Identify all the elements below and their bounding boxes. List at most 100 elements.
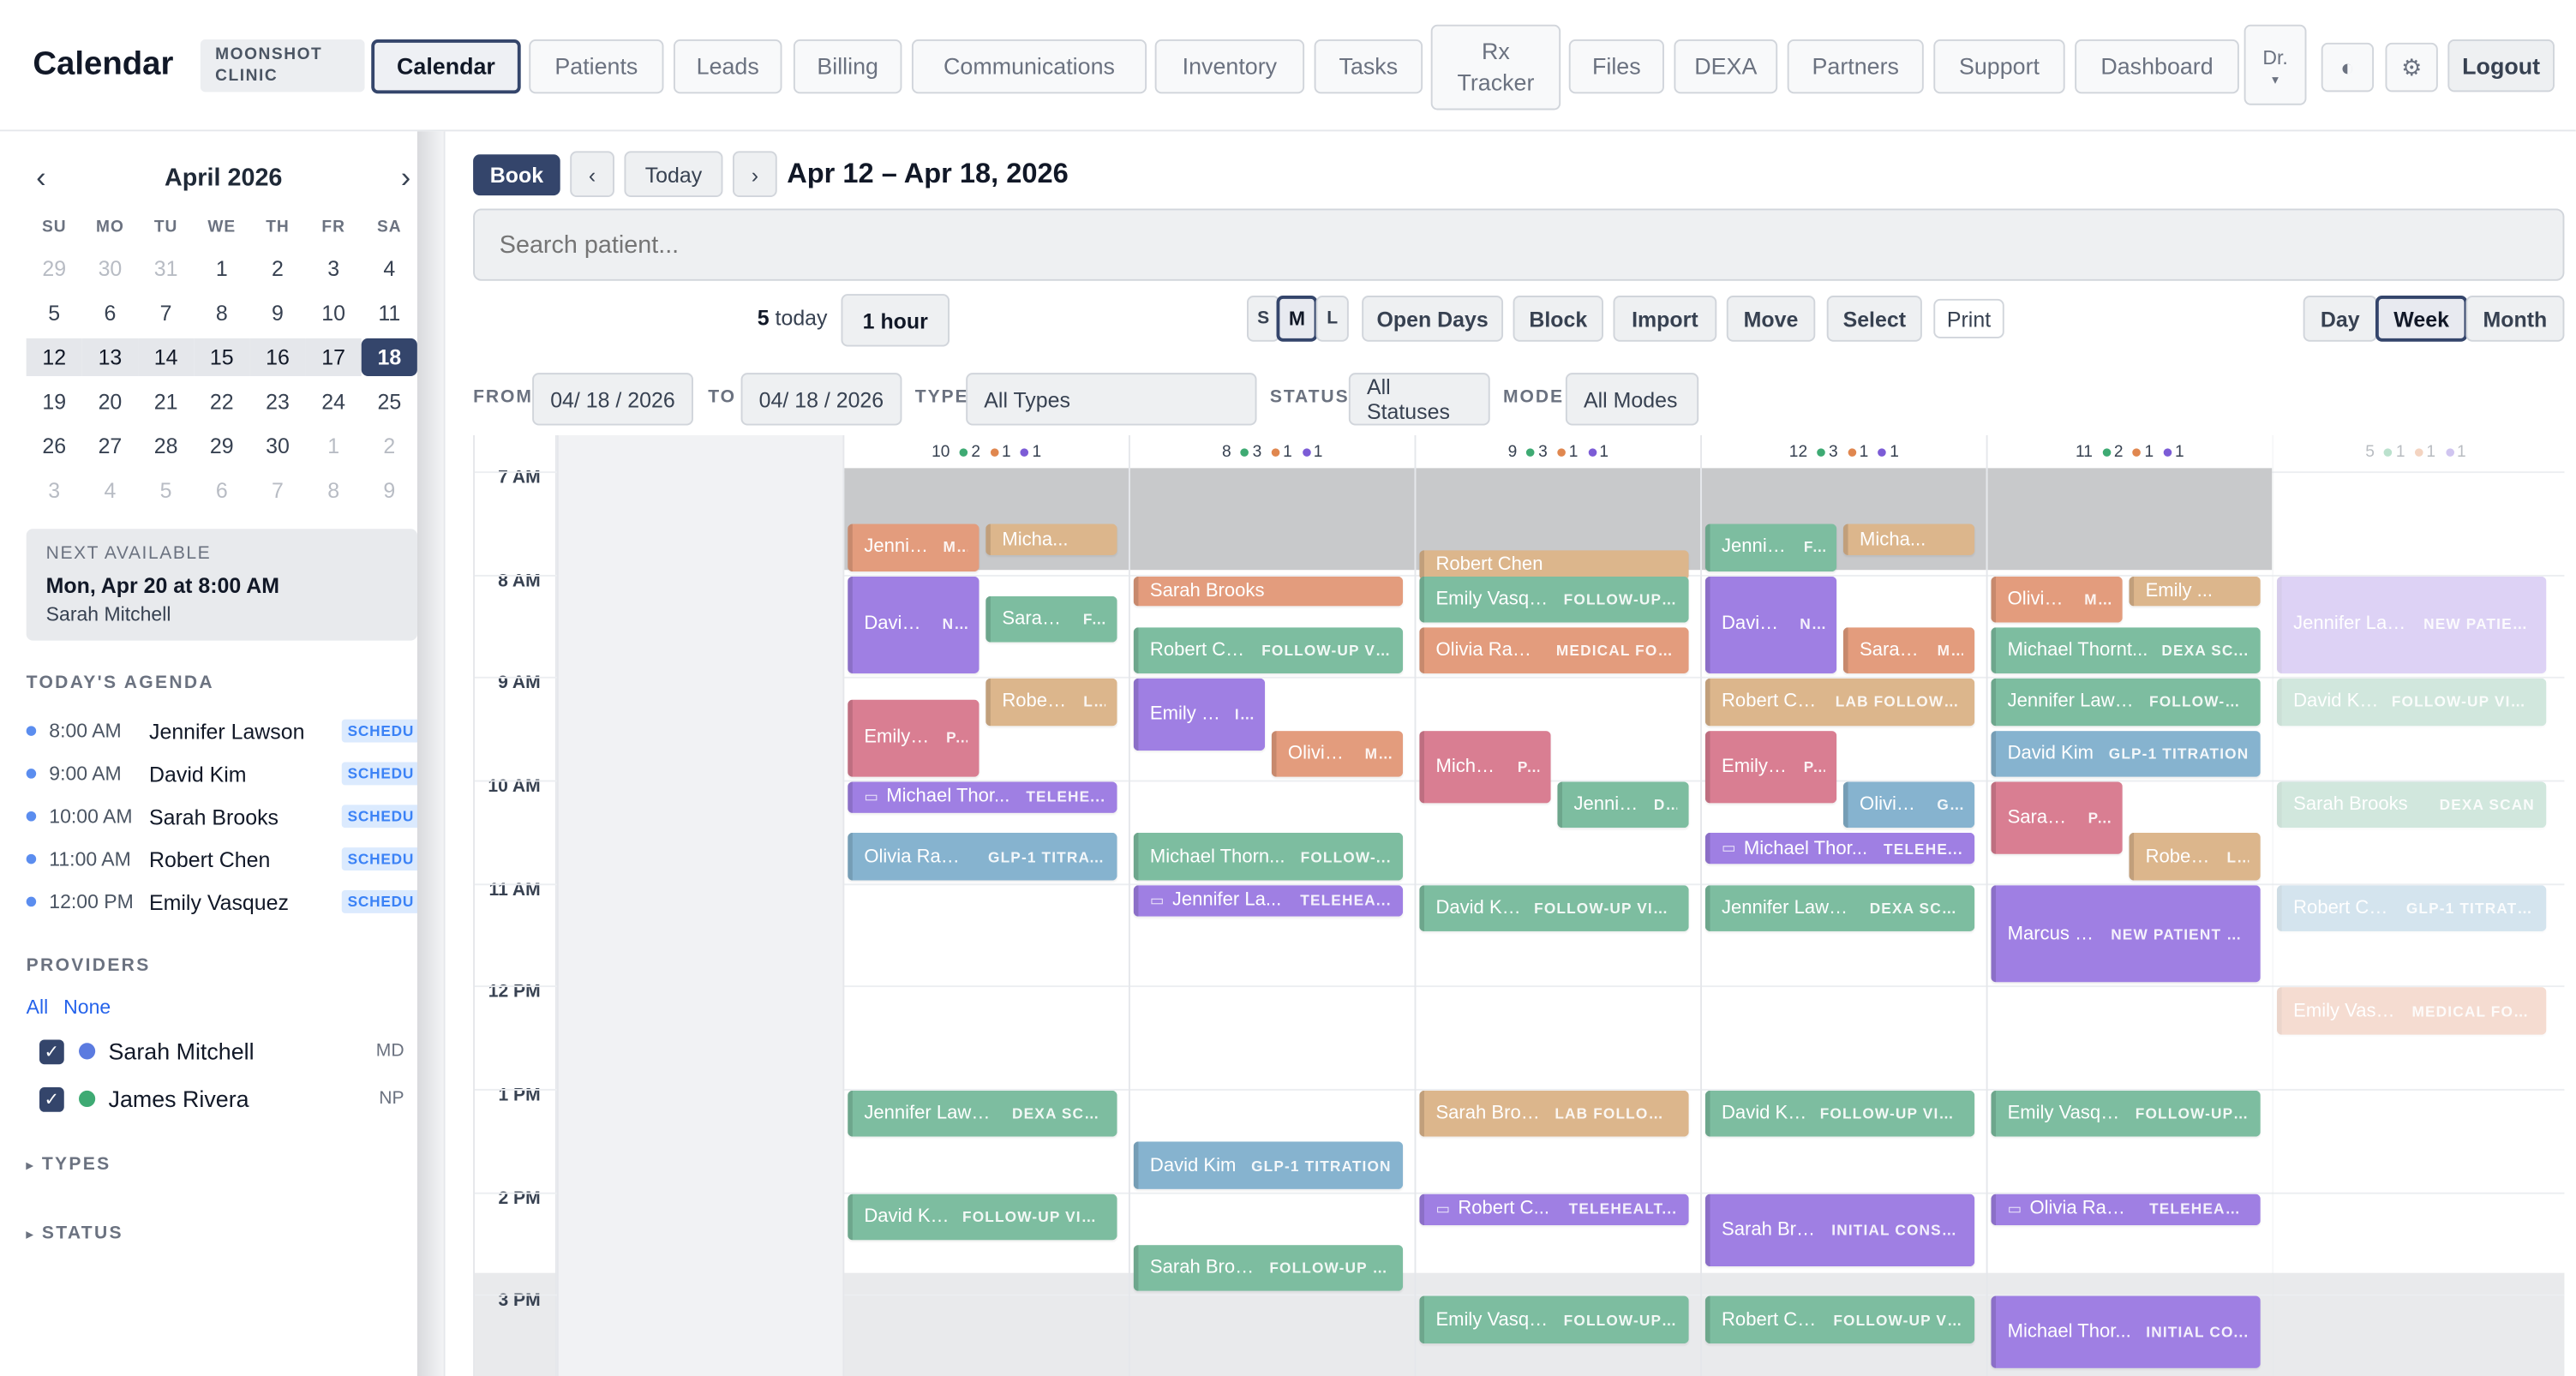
appointment-block[interactable]: David Kim FOLLOW-UP VISIT: [2276, 679, 2547, 726]
nav-dexa[interactable]: DEXA: [1674, 39, 1778, 94]
mini-day[interactable]: 2: [362, 427, 417, 464]
theme-toggle-button[interactable]: ◐: [2321, 42, 2375, 93]
mini-day[interactable]: 12: [26, 338, 82, 376]
mini-day[interactable]: 5: [27, 294, 82, 332]
appointment-block[interactable]: Olivia Ramir... GLP-1 TITRAT...: [848, 833, 1117, 880]
mini-day[interactable]: 6: [82, 294, 138, 332]
agenda-item[interactable]: 9:00 AM David Kim SCHEDU: [26, 756, 421, 792]
appointment-block[interactable]: Sarah Bro... INITIAL CONSU...: [1704, 1194, 1975, 1266]
appointment-block[interactable]: Jennifer Lawson DEXA SCAN: [848, 1091, 1117, 1138]
appointment-block[interactable]: Robert ... L...: [2129, 833, 2261, 880]
appointment-block[interactable]: Jennifer Law... NEW PATIEN...: [2276, 576, 2547, 674]
from-date-input[interactable]: 04/ 18 / 2026: [532, 373, 693, 426]
providers-none-link[interactable]: None: [63, 996, 111, 1019]
mini-day[interactable]: 6: [194, 471, 249, 509]
mode-select[interactable]: All Modes: [1565, 373, 1699, 426]
nav-partners[interactable]: Partners: [1787, 39, 1924, 94]
mini-day[interactable]: 9: [362, 471, 417, 509]
mini-day[interactable]: 15: [194, 338, 250, 376]
appointment-block[interactable]: Olivia ... M...: [1991, 576, 2123, 623]
settings-button[interactable]: ⚙: [2385, 42, 2438, 93]
mini-day[interactable]: 21: [138, 383, 194, 421]
appointment-block[interactable]: David Kim FOLLOW-UP VISIT: [1704, 1091, 1975, 1138]
mini-day[interactable]: 31: [138, 249, 194, 287]
nav-billing[interactable]: Billing: [793, 39, 902, 94]
nav-inventory[interactable]: Inventory: [1154, 39, 1305, 94]
appointment-block[interactable]: Jennife... M...: [848, 523, 979, 571]
mini-day[interactable]: 9: [249, 294, 305, 332]
mini-day[interactable]: 1: [306, 427, 362, 464]
appointment-block[interactable]: Marcus P... NEW PATIENT C...: [1991, 884, 2261, 984]
size-large-button[interactable]: L: [1315, 296, 1349, 342]
logout-button[interactable]: Logout: [2447, 39, 2555, 93]
mini-day[interactable]: 10: [306, 294, 362, 332]
appointment-block[interactable]: Olivia ... G...: [1842, 781, 1975, 829]
appointment-block[interactable]: Michael Thorn... FOLLOW-...: [1133, 833, 1404, 880]
checkbox-checked-icon[interactable]: ✓: [39, 1086, 64, 1111]
nav-rx-tracker[interactable]: Rx Tracker: [1430, 24, 1561, 111]
search-input[interactable]: [473, 208, 2565, 281]
appointment-block[interactable]: Sarah ... P...: [1991, 781, 2123, 854]
appointment-block[interactable]: David Kim GLP-1 TITRATION: [1991, 730, 2261, 777]
appointment-block[interactable]: Sarah ... M...: [1842, 627, 1975, 674]
agenda-item[interactable]: 11:00 AM Robert Chen SCHEDU: [26, 841, 421, 877]
appointment-block[interactable]: Robert Chen: [1419, 549, 1689, 580]
mini-day[interactable]: 14: [138, 338, 195, 376]
mini-day[interactable]: 29: [194, 427, 249, 464]
appointment-block[interactable]: David Kim FOLLOW-UP VISIT: [1419, 884, 1689, 931]
appointment-block[interactable]: ▭ Olivia Ram... TELEHEAL...: [1991, 1194, 2261, 1225]
appointment-block[interactable]: Sarah Broo... FOLLOW-UP V...: [1133, 1245, 1404, 1292]
appointment-block[interactable]: ▭ Michael Thor... TELEHE...: [848, 781, 1117, 813]
mini-day[interactable]: 8: [194, 294, 249, 332]
mini-day[interactable]: 1: [194, 249, 249, 287]
appointment-block[interactable]: ▭ Michael Thor... TELEHE...: [1704, 833, 1975, 864]
view-month-button[interactable]: Month: [2465, 296, 2565, 342]
appointment-block[interactable]: Sarah Broo... LAB FOLLOW ...: [1419, 1091, 1689, 1138]
nav-communications[interactable]: Communications: [911, 39, 1147, 94]
book-button[interactable]: Book: [473, 154, 560, 196]
mini-day[interactable]: 7: [138, 294, 194, 332]
open-days-button[interactable]: Open Days: [1362, 296, 1504, 342]
appointment-block[interactable]: Michael Thor... INITIAL CO...: [1991, 1296, 2261, 1369]
appointment-block[interactable]: Olivia ... M...: [1271, 730, 1404, 777]
day-column-sunday[interactable]: [556, 435, 843, 1376]
agenda-item[interactable]: 12:00 PM Emily Vasquez SCHEDU: [26, 883, 421, 919]
mini-day[interactable]: 16: [249, 338, 306, 376]
appointment-block[interactable]: Jennife... D...: [1557, 781, 1689, 829]
appointment-block[interactable]: Jennifer Lawson DEXA SCAN: [1704, 884, 1975, 931]
appointment-block[interactable]: Emily Vasq... MEDICAL FOL...: [2276, 987, 2547, 1035]
appointment-block[interactable]: Jennifer Laws... FOLLOW-U...: [1991, 679, 2261, 726]
size-medium-button[interactable]: M: [1276, 296, 1318, 342]
status-toggle[interactable]: ▸ STATUS: [27, 1223, 123, 1243]
print-button[interactable]: Print: [1933, 298, 2004, 338]
mini-day[interactable]: 27: [82, 427, 138, 464]
slot-duration-select[interactable]: 1 hour: [841, 294, 950, 347]
appointment-block[interactable]: Micha...: [985, 523, 1117, 556]
mini-day[interactable]: 26: [27, 427, 82, 464]
mini-day[interactable]: 23: [249, 383, 305, 421]
appointment-block[interactable]: Robert Chen LAB FOLLOW UP: [1704, 679, 1975, 726]
appointment-block[interactable]: David ... N...: [848, 576, 979, 674]
block-button[interactable]: Block: [1513, 296, 1603, 342]
size-small-button[interactable]: S: [1247, 296, 1280, 342]
nav-dashboard[interactable]: Dashboard: [2075, 39, 2239, 94]
appointment-block[interactable]: Robert Ch... FOLLOW-UP VI...: [1704, 1296, 1975, 1343]
appointment-block[interactable]: ▭ Jennifer La... TELEHEA...: [1133, 884, 1404, 916]
to-date-input[interactable]: 04/ 18 / 2026: [740, 373, 902, 426]
mini-day[interactable]: 24: [306, 383, 362, 421]
mini-day[interactable]: 7: [249, 471, 305, 509]
appointment-block[interactable]: Robert Ch... FOLLOW-UP VI...: [1133, 627, 1404, 674]
nav-files[interactable]: Files: [1568, 39, 1664, 94]
view-day-button[interactable]: Day: [2303, 296, 2377, 342]
provider-item[interactable]: ✓ Sarah Mitchell MD: [39, 1033, 404, 1069]
mini-day[interactable]: 3: [306, 249, 362, 287]
appointment-block[interactable]: Emily Vasqu... FOLLOW-UP ...: [1419, 1296, 1689, 1343]
agenda-item[interactable]: 10:00 AM Sarah Brooks SCHEDU: [26, 799, 421, 835]
prev-week-button[interactable]: ‹: [570, 151, 614, 198]
mini-day[interactable]: 5: [138, 471, 194, 509]
type-select[interactable]: All Types: [966, 373, 1257, 426]
checkbox-checked-icon[interactable]: ✓: [39, 1038, 64, 1064]
move-button[interactable]: Move: [1726, 296, 1816, 342]
mini-day[interactable]: 11: [362, 294, 417, 332]
mini-day[interactable]: 4: [82, 471, 138, 509]
